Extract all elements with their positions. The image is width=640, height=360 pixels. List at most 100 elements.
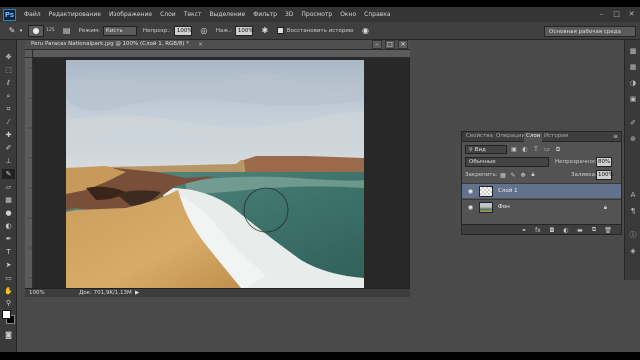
document-image[interactable] bbox=[66, 60, 364, 288]
stamp-tool-icon[interactable]: ⊥ bbox=[2, 156, 15, 166]
color-panel-icon[interactable]: ▩ bbox=[628, 46, 638, 56]
tab-actions[interactable]: Операции bbox=[494, 133, 527, 142]
menu-image[interactable]: Изображение bbox=[109, 11, 152, 18]
paragraph-panel-icon[interactable]: ¶ bbox=[628, 206, 638, 216]
layer-style-icon[interactable]: fx bbox=[534, 226, 542, 234]
eraser-tool-icon[interactable]: ▱ bbox=[2, 182, 15, 192]
pen-tool-icon[interactable]: ✒ bbox=[2, 234, 15, 244]
delete-layer-icon[interactable]: 🗑︎ bbox=[604, 226, 612, 234]
menu-layers[interactable]: Слои bbox=[160, 11, 176, 18]
panel-menu-icon[interactable]: ≡ bbox=[613, 133, 618, 140]
type-tool-icon[interactable]: T bbox=[2, 247, 15, 257]
status-menu-arrow-icon[interactable]: ▶ bbox=[135, 290, 139, 296]
tab-history[interactable]: История bbox=[542, 133, 570, 142]
lock-all-icon[interactable]: 🔒︎ bbox=[529, 171, 537, 179]
zoom-level[interactable]: 100% bbox=[29, 290, 45, 296]
brush-tool-icon[interactable]: ✐ bbox=[2, 143, 15, 153]
history-checkbox[interactable] bbox=[276, 27, 284, 34]
gradient-tool-icon[interactable]: ▦ bbox=[2, 195, 15, 205]
maximize-icon[interactable]: □ bbox=[612, 9, 621, 18]
horizontal-ruler[interactable] bbox=[33, 50, 410, 58]
mode-select[interactable]: Кисть bbox=[102, 25, 137, 36]
document-close-icon[interactable]: × bbox=[198, 41, 203, 48]
lock-pixels-icon[interactable]: ✎ bbox=[509, 171, 517, 179]
add-mask-icon[interactable]: ◘ bbox=[548, 226, 556, 234]
new-layer-icon[interactable]: ⧉ bbox=[590, 226, 598, 234]
healing-tool-icon[interactable]: ✚ bbox=[2, 130, 15, 140]
pressure-size-icon[interactable]: ◉ bbox=[359, 25, 371, 37]
document-minimize-icon[interactable]: – bbox=[372, 40, 382, 49]
document-tab[interactable]: Peru Paracas Nationalpark.jpg @ 100% (Сл… bbox=[25, 40, 410, 50]
filter-type-icon[interactable]: T bbox=[532, 146, 540, 154]
eye-icon[interactable]: ◉ bbox=[467, 204, 474, 211]
vertical-ruler[interactable] bbox=[25, 58, 33, 288]
layer-opacity-field[interactable]: 80% bbox=[596, 157, 612, 167]
path-select-tool-icon[interactable]: ➤ bbox=[2, 260, 15, 270]
move-tool-icon[interactable]: ✥ bbox=[2, 52, 15, 62]
swatches-panel-icon[interactable]: ▦ bbox=[628, 62, 638, 72]
filter-adjustment-icon[interactable]: ◐ bbox=[521, 146, 529, 154]
lock-position-icon[interactable]: ✥ bbox=[519, 171, 527, 179]
history-brush-icon[interactable]: ✎ bbox=[6, 25, 18, 37]
menu-help[interactable]: Справка bbox=[364, 11, 390, 18]
menu-filter[interactable]: Фильтр bbox=[253, 11, 277, 18]
quick-mask-icon[interactable]: ◙ bbox=[2, 330, 15, 340]
menu-window[interactable]: Окно bbox=[340, 11, 356, 18]
layer-filter-select[interactable]: ⚲ Вид bbox=[465, 145, 507, 154]
filter-shape-icon[interactable]: ▭ bbox=[543, 146, 551, 154]
link-layers-icon[interactable]: ⚭ bbox=[520, 226, 528, 234]
layer-row-layer1[interactable]: ◉ Слой 1 bbox=[462, 183, 621, 198]
canvas-area[interactable] bbox=[33, 58, 410, 288]
eye-icon[interactable]: ◉ bbox=[467, 188, 474, 195]
filter-pixel-icon[interactable]: ▣ bbox=[510, 146, 518, 154]
tab-properties[interactable]: Свойства bbox=[464, 133, 495, 142]
eyedropper-tool-icon[interactable]: ⁄ bbox=[2, 117, 15, 127]
quick-select-tool-icon[interactable]: ⌕ bbox=[2, 91, 15, 101]
pressure-field[interactable]: 100% bbox=[234, 25, 254, 36]
brush-panel-icon[interactable]: ▤ bbox=[61, 25, 73, 37]
airbrush-icon[interactable]: ✱ bbox=[259, 25, 271, 37]
zoom-tool-icon[interactable]: ⚲ bbox=[2, 298, 15, 308]
dodge-tool-icon[interactable]: ◐ bbox=[2, 221, 15, 231]
tab-layers[interactable]: Слои bbox=[524, 133, 543, 142]
menu-select[interactable]: Выделение bbox=[209, 11, 245, 18]
history-brush-tool-icon[interactable]: ✎ bbox=[2, 169, 15, 179]
adjustment-layer-icon[interactable]: ◐ bbox=[562, 226, 570, 234]
menu-view[interactable]: Просмотр bbox=[301, 11, 332, 18]
workspace-select[interactable]: Основная рабочая среда bbox=[544, 26, 636, 37]
document-maximize-icon[interactable]: □ bbox=[385, 40, 395, 49]
lock-transparency-icon[interactable]: ▦ bbox=[499, 171, 507, 179]
close-icon[interactable]: ✕ bbox=[627, 9, 636, 18]
blur-tool-icon[interactable]: ● bbox=[2, 208, 15, 218]
menu-edit[interactable]: Редактирование bbox=[49, 11, 101, 18]
document-close-window-icon[interactable]: ✕ bbox=[398, 40, 408, 49]
adjustments-panel-icon[interactable]: ◑ bbox=[628, 78, 638, 88]
blend-mode-select[interactable]: Обычные bbox=[465, 157, 549, 167]
hand-tool-icon[interactable]: ✋ bbox=[2, 286, 15, 296]
fill-field[interactable]: 100% bbox=[596, 170, 614, 180]
layer-row-background[interactable]: ◉ Фон 🔒︎ bbox=[462, 199, 621, 214]
shape-tool-icon[interactable]: ▭ bbox=[2, 273, 15, 283]
brushes-panel-icon[interactable]: ✐ bbox=[628, 118, 638, 128]
layer-name[interactable]: Слой 1 bbox=[498, 188, 518, 194]
clone-source-panel-icon[interactable]: ⊕ bbox=[628, 134, 638, 144]
menu-3d[interactable]: 3D bbox=[285, 11, 293, 18]
styles-panel-icon[interactable]: ▣ bbox=[628, 94, 638, 104]
lasso-tool-icon[interactable]: ℓ bbox=[2, 78, 15, 88]
crop-tool-icon[interactable]: ⌗ bbox=[2, 104, 15, 114]
layer-name[interactable]: Фон bbox=[498, 204, 510, 210]
pressure-opacity-icon[interactable]: ◎ bbox=[198, 25, 210, 37]
new-group-icon[interactable]: ▬ bbox=[576, 226, 584, 234]
marquee-tool-icon[interactable]: ⬚ bbox=[2, 65, 15, 75]
menu-file[interactable]: Файл bbox=[24, 11, 41, 18]
opacity-field[interactable]: 100% bbox=[173, 25, 193, 36]
minimize-icon[interactable]: – bbox=[597, 9, 606, 18]
menu-type[interactable]: Текст bbox=[184, 11, 202, 18]
chevron-down-icon[interactable]: ▾ bbox=[18, 25, 24, 37]
brush-preset-picker[interactable] bbox=[28, 24, 44, 37]
foreground-color-swatch[interactable] bbox=[2, 310, 11, 319]
character-panel-icon[interactable]: A bbox=[628, 190, 638, 200]
filter-smart-icon[interactable]: ⧉ bbox=[554, 146, 562, 154]
navigator-panel-icon[interactable]: ◈ bbox=[628, 246, 638, 256]
info-panel-icon[interactable]: ⓘ bbox=[628, 230, 638, 240]
